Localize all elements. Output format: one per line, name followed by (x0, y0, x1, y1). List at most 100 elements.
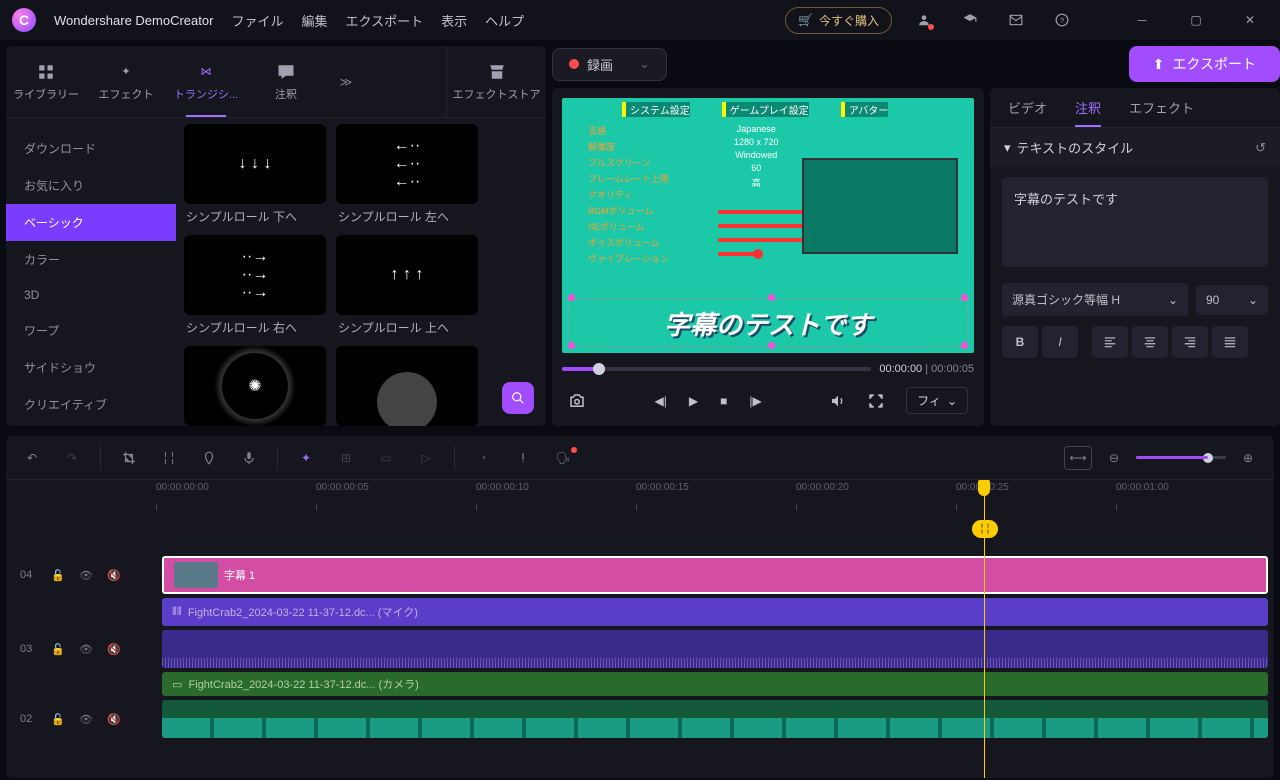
cat-favorite[interactable]: お気に入り (6, 167, 176, 204)
eye-icon[interactable]: 👁 (76, 639, 96, 659)
undo-icon[interactable]: ↶ (20, 446, 44, 470)
prop-tab-annotation[interactable]: 注釈 (1075, 88, 1101, 127)
marker-icon[interactable] (197, 446, 221, 470)
italic-button[interactable]: I (1042, 326, 1078, 358)
audio-clip[interactable]: ⦀⦀ FightCrab2_2024-03-22 11-37-12.dc... … (162, 598, 1268, 626)
volume-icon[interactable] (830, 393, 846, 409)
crop-icon[interactable] (117, 446, 141, 470)
eye-icon[interactable]: 👁 (76, 565, 96, 585)
bold-button[interactable]: B (1002, 326, 1038, 358)
menu-help[interactable]: ヘルプ (485, 11, 524, 30)
mic-icon[interactable] (237, 446, 261, 470)
preview-video[interactable]: システム設定 ゲームプレイ設定 アバター 言語 解像度 フルスクリーン フレーム… (562, 98, 974, 353)
font-size-select[interactable]: 90⌄ (1196, 285, 1268, 315)
zoom-out-icon[interactable]: ⊖ (1102, 446, 1126, 470)
cat-download[interactable]: ダウンロード (6, 130, 176, 167)
tab-transition[interactable]: ⋈トランジシ... (166, 46, 246, 117)
video-clip[interactable] (162, 700, 1268, 738)
lock-icon[interactable]: 🔓 (48, 565, 68, 585)
text-input[interactable]: 字幕のテストです (1002, 177, 1268, 267)
track-03: 03 🔓 👁 🔇 (6, 628, 1274, 670)
transition-item[interactable]: ←··←··←··シンプルロール 左へ (336, 124, 478, 235)
transition-item[interactable]: ↑ ↑ ↑シンプルロール 上へ (336, 235, 478, 346)
pv-tab-avatar: アバター (841, 102, 889, 117)
play-icon[interactable]: ▶ (689, 394, 698, 408)
split-icon[interactable]: ╎╎ (157, 446, 181, 470)
pip-icon[interactable]: ▭ (374, 446, 398, 470)
fit-timeline-icon[interactable]: ⟷ (1064, 446, 1092, 470)
properties-panel: ビデオ 注釈 エフェクト ▾ テキストのスタイル ↺ 字幕のテストです 源真ゴシ… (990, 88, 1280, 426)
cat-warp[interactable]: ワープ (6, 312, 176, 349)
voice-icon[interactable]: 🗣 (551, 446, 575, 470)
transition-item[interactable]: ✺ (184, 346, 326, 426)
mute-icon[interactable]: 🔇 (104, 565, 124, 585)
transition-item[interactable]: ↓ ↓ ↓シンプルロール 下へ (184, 124, 326, 235)
eye-icon[interactable]: 👁 (76, 709, 96, 729)
tab-effect[interactable]: ✦エフェクト (86, 46, 166, 117)
stop-icon[interactable]: ■ (720, 394, 727, 408)
mail-icon[interactable] (1002, 6, 1030, 34)
menu-file[interactable]: ファイル (231, 11, 283, 30)
cursor-icon[interactable]: ▷ (414, 446, 438, 470)
snapshot-icon[interactable] (568, 392, 586, 410)
playhead[interactable] (984, 480, 985, 778)
menu-view[interactable]: 表示 (441, 11, 467, 30)
align-center-button[interactable] (1132, 326, 1168, 358)
tab-library[interactable]: ライブラリー (6, 46, 86, 117)
zoom-in-icon[interactable]: ⊕ (1236, 446, 1260, 470)
cat-3d[interactable]: 3D (6, 278, 176, 312)
mute-icon[interactable]: 🔇 (104, 709, 124, 729)
fullscreen-icon[interactable] (868, 393, 884, 409)
transition-item[interactable] (336, 346, 478, 426)
split-marker-icon[interactable]: ╎╎ (972, 520, 998, 538)
subtitle-clip[interactable]: 字幕 1 (162, 556, 1268, 594)
timeline-ruler[interactable]: 00:00:00:00 00:00:00:05 00:00:00:10 00:0… (6, 480, 1274, 510)
help-icon[interactable]: ? (1048, 6, 1076, 34)
cat-color[interactable]: カラー (6, 241, 176, 278)
caret-down-icon: ▾ (1004, 140, 1011, 156)
audio-adj-icon[interactable]: ⵑ (511, 446, 535, 470)
menu-export[interactable]: エクスポート (345, 11, 423, 30)
lock-icon[interactable]: 🔓 (48, 709, 68, 729)
search-button[interactable] (502, 382, 534, 414)
cat-creative[interactable]: クリエイティブ (6, 386, 176, 423)
color-icon[interactable]: ◔ (471, 446, 495, 470)
video-clip-header[interactable]: ▭ FightCrab2_2024-03-22 11-37-12.dc... (… (162, 672, 1268, 696)
caption-overlay[interactable]: 字幕のテストです (568, 299, 968, 347)
group-icon[interactable]: ⊞ (334, 446, 358, 470)
tab-annotation[interactable]: 注釈 (246, 46, 326, 117)
font-select[interactable]: 源真ゴシック等幅 H⌄ (1002, 283, 1188, 316)
prop-tab-video[interactable]: ビデオ (1008, 88, 1047, 127)
menu-edit[interactable]: 編集 (301, 11, 327, 30)
export-button[interactable]: ⬆ エクスポート (1129, 46, 1280, 82)
prop-tab-effect[interactable]: エフェクト (1129, 88, 1194, 127)
ai-sparkle-icon[interactable]: ✦ (294, 446, 318, 470)
tabs-more-icon[interactable]: ≫ (326, 75, 366, 89)
academy-icon[interactable] (956, 6, 984, 34)
lock-icon[interactable]: 🔓 (48, 639, 68, 659)
preview-progress[interactable] (562, 367, 871, 371)
reset-icon[interactable]: ↺ (1255, 140, 1266, 156)
transition-item[interactable]: ··→··→··→シンプルロール 右へ (184, 235, 326, 346)
window-close-icon[interactable]: ✕ (1232, 6, 1268, 34)
zoom-slider[interactable] (1136, 456, 1226, 459)
audio-waveform-clip[interactable] (162, 630, 1268, 668)
svg-text:?: ? (1060, 16, 1064, 25)
align-right-button[interactable] (1172, 326, 1208, 358)
redo-icon[interactable]: ↷ (60, 446, 84, 470)
section-text-style[interactable]: ▾ テキストのスタイル ↺ (990, 128, 1280, 167)
fit-dropdown[interactable]: フィ⌄ (906, 387, 968, 414)
next-frame-icon[interactable]: |▶ (749, 394, 761, 408)
record-button[interactable]: 録画 ⌄ (552, 48, 667, 81)
mute-icon[interactable]: 🔇 (104, 639, 124, 659)
cat-basic[interactable]: ベーシック (6, 204, 176, 241)
account-icon[interactable] (910, 6, 938, 34)
cat-sideshow[interactable]: サイドショウ (6, 349, 176, 386)
window-maximize-icon[interactable]: ▢ (1178, 6, 1214, 34)
tab-effect-store[interactable]: エフェクトストア (446, 46, 546, 117)
align-left-button[interactable] (1092, 326, 1128, 358)
buy-now-button[interactable]: 🛒 今すぐ購入 (785, 7, 892, 34)
prev-frame-icon[interactable]: ◀| (654, 394, 666, 408)
window-minimize-icon[interactable]: ─ (1124, 6, 1160, 34)
align-justify-button[interactable] (1212, 326, 1248, 358)
